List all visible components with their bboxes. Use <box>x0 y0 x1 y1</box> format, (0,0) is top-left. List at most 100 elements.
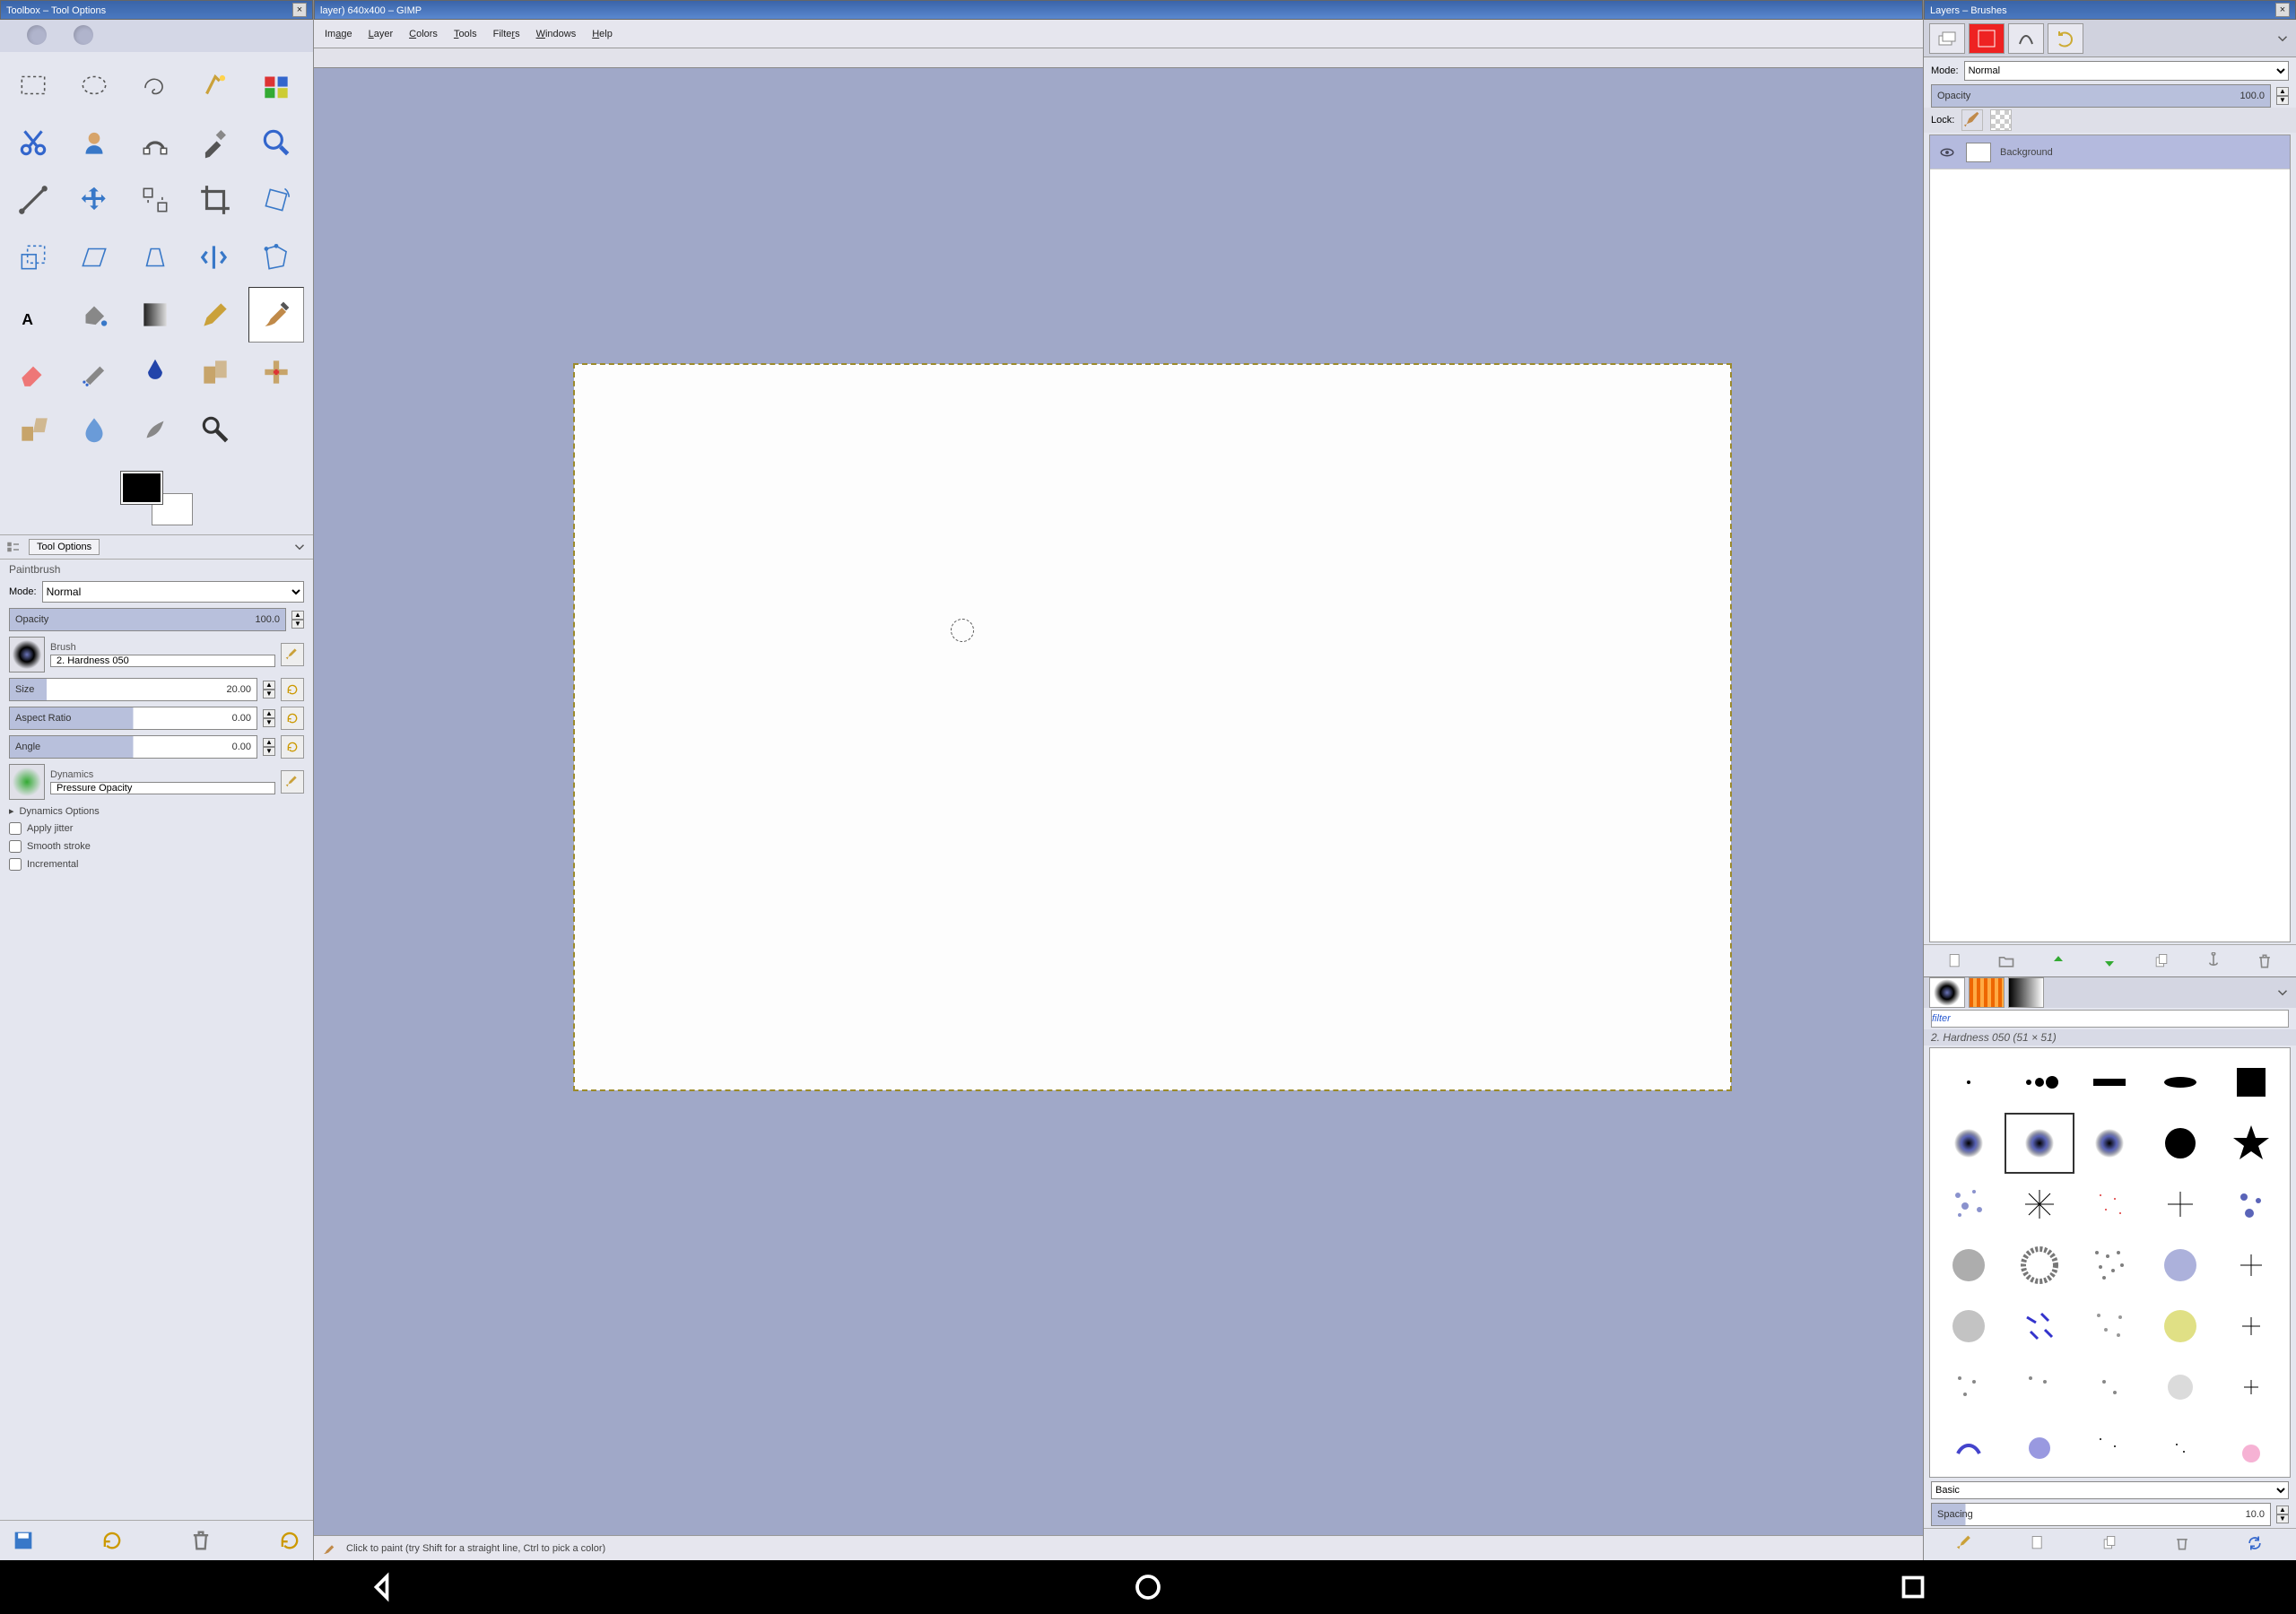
menu-help[interactable]: Help <box>592 29 613 39</box>
color-swatch[interactable] <box>0 463 313 534</box>
tool-move[interactable] <box>66 172 122 228</box>
size-reset-button[interactable] <box>281 678 304 701</box>
menu-tools[interactable]: Tools <box>454 29 477 39</box>
brush-item[interactable] <box>2145 1296 2216 1357</box>
tab-menu-icon[interactable] <box>2274 985 2291 1001</box>
new-group-button[interactable] <box>1996 950 2017 972</box>
new-brush-button[interactable] <box>2029 1534 2047 1555</box>
layer-item[interactable]: Background <box>1930 135 2290 169</box>
tool-cage[interactable] <box>248 230 304 285</box>
brush-item[interactable] <box>2215 1296 2286 1357</box>
layer-opacity-slider[interactable]: Opacity100.0 <box>1931 84 2271 108</box>
new-layer-button[interactable] <box>1944 950 1966 972</box>
reset-preset-icon[interactable] <box>277 1528 302 1553</box>
spacing-slider[interactable]: Spacing10.0 <box>1931 1503 2271 1526</box>
tool-foreground-select[interactable] <box>66 115 122 170</box>
brush-item[interactable] <box>2074 1113 2145 1174</box>
tool-text[interactable]: A <box>5 287 61 343</box>
brush-item[interactable] <box>2215 1418 2286 1478</box>
anchor-layer-button[interactable] <box>2203 950 2224 972</box>
tool-by-color[interactable] <box>248 57 304 113</box>
layer-mode-select[interactable]: Normal <box>1964 61 2289 81</box>
tool-airbrush[interactable] <box>66 344 122 400</box>
menu-image[interactable]: Image <box>325 29 352 39</box>
menu-layer[interactable]: Layer <box>369 29 394 39</box>
ruler-horizontal[interactable] <box>314 48 1923 68</box>
angle-reset-button[interactable] <box>281 735 304 759</box>
layer-name[interactable]: Background <box>2000 147 2053 158</box>
brush-item[interactable] <box>2215 1052 2286 1113</box>
brush-item[interactable] <box>2005 1174 2075 1235</box>
brush-filter-input[interactable] <box>1931 1010 2289 1028</box>
fg-color[interactable] <box>121 472 162 504</box>
tool-heal[interactable] <box>248 344 304 400</box>
brush-item[interactable] <box>2215 1113 2286 1174</box>
tool-bucket[interactable] <box>66 287 122 343</box>
size-slider[interactable]: Size20.00 <box>9 678 257 701</box>
duplicate-layer-button[interactable] <box>2151 950 2172 972</box>
smooth-stroke-check[interactable]: Smooth stroke <box>9 840 304 853</box>
tool-align[interactable] <box>127 172 183 228</box>
tool-color-picker[interactable] <box>187 115 243 170</box>
brush-item[interactable] <box>2145 1235 2216 1296</box>
brush-item[interactable] <box>2145 1052 2216 1113</box>
dynamics-thumb[interactable] <box>9 764 45 800</box>
brush-item[interactable] <box>1934 1052 2005 1113</box>
tool-measure[interactable] <box>5 172 61 228</box>
tool-dodge[interactable] <box>187 402 243 457</box>
aspect-slider[interactable]: Aspect Ratio0.00 <box>9 707 257 730</box>
menu-colors[interactable]: Colors <box>409 29 438 39</box>
brush-item[interactable] <box>1934 1357 2005 1418</box>
brush-item[interactable] <box>2074 1235 2145 1296</box>
aspect-spin[interactable]: ▲▼ <box>263 709 275 727</box>
opacity-slider[interactable]: Opacity 100.0 <box>9 608 286 631</box>
tab-undo-icon[interactable] <box>2048 23 2083 54</box>
dynamics-edit-button[interactable] <box>281 770 304 794</box>
tool-flip[interactable] <box>187 230 243 285</box>
angle-slider[interactable]: Angle0.00 <box>9 735 257 759</box>
tab-paths-icon[interactable] <box>2008 23 2044 54</box>
tab-channels-icon[interactable] <box>1969 23 2005 54</box>
toolbox-titlebar[interactable]: Toolbox – Tool Options × <box>0 0 313 20</box>
restore-preset-icon[interactable] <box>100 1528 125 1553</box>
dynamics-field[interactable]: Pressure Opacity <box>50 782 275 794</box>
tool-zoom[interactable] <box>248 115 304 170</box>
brush-item[interactable] <box>2074 1174 2145 1235</box>
brush-item[interactable] <box>2215 1357 2286 1418</box>
spacing-spin[interactable]: ▲▼ <box>2276 1506 2289 1523</box>
eye-icon[interactable] <box>1937 144 1957 161</box>
brush-item[interactable] <box>2215 1174 2286 1235</box>
brush-item[interactable] <box>1934 1113 2005 1174</box>
save-preset-icon[interactable] <box>11 1528 36 1553</box>
brush-item[interactable] <box>2005 1296 2075 1357</box>
brush-item[interactable] <box>2005 1357 2075 1418</box>
tool-scissors[interactable] <box>5 115 61 170</box>
tool-free-select[interactable] <box>127 57 183 113</box>
brush-item[interactable] <box>1934 1174 2005 1235</box>
brush-item[interactable] <box>2074 1357 2145 1418</box>
layer-list[interactable]: Background <box>1929 134 2291 942</box>
apply-jitter-check[interactable]: Apply jitter <box>9 822 304 835</box>
layers-titlebar[interactable]: Layers – Brushes × <box>1924 0 2296 20</box>
tool-pencil[interactable] <box>187 287 243 343</box>
brush-item[interactable] <box>2074 1418 2145 1478</box>
tool-rotate[interactable] <box>248 172 304 228</box>
nav-home-icon[interactable] <box>1132 1571 1164 1603</box>
tab-patterns-icon[interactable] <box>1969 977 2005 1008</box>
brush-preset-select[interactable]: Basic <box>1931 1481 2289 1499</box>
delete-brush-button[interactable] <box>2173 1534 2191 1555</box>
menu-filters[interactable]: Filters <box>493 29 520 39</box>
tool-shear[interactable] <box>66 230 122 285</box>
brush-item[interactable] <box>1934 1235 2005 1296</box>
tool-blend[interactable] <box>127 287 183 343</box>
lock-pixels-button[interactable] <box>1961 109 1983 131</box>
close-icon[interactable]: × <box>292 3 307 17</box>
tool-ellipse-select[interactable] <box>66 57 122 113</box>
tool-rect-select[interactable] <box>5 57 61 113</box>
mode-select[interactable]: Normal <box>42 581 304 603</box>
brush-item[interactable] <box>2215 1235 2286 1296</box>
tool-scale[interactable] <box>5 230 61 285</box>
close-icon[interactable]: × <box>2275 3 2290 17</box>
tab-menu-icon[interactable] <box>291 539 308 555</box>
tool-paths[interactable] <box>127 115 183 170</box>
